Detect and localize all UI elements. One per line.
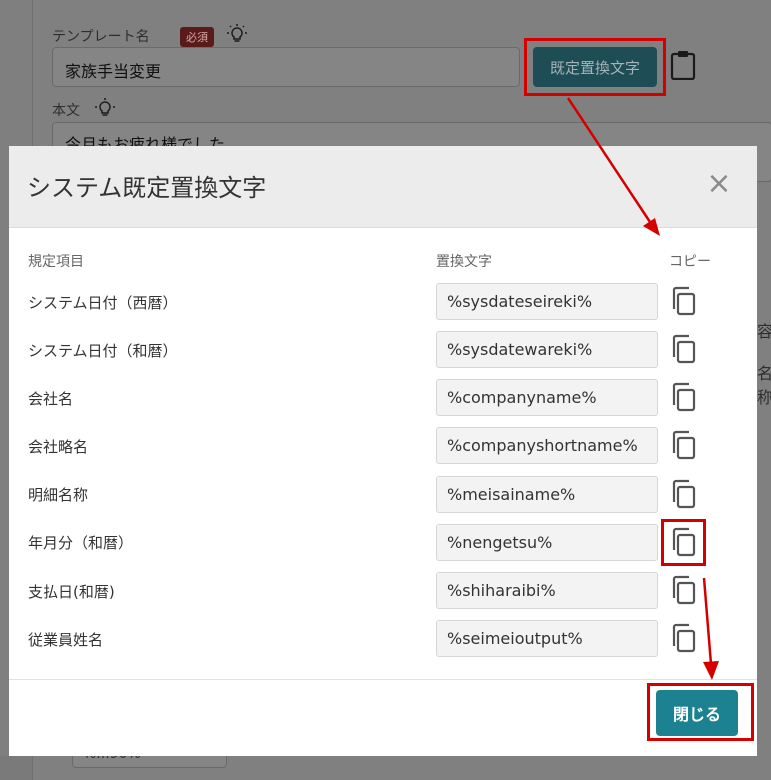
replacement-field[interactable]: %sysdatewareki%: [436, 331, 658, 368]
background-text-fragment: 名称: [757, 364, 771, 407]
replacement-field[interactable]: %sysdateseireki%: [436, 283, 658, 320]
builtin-replacement-dialog: システム既定置換文字 × 規定項目 置換文字 コピー システム日付（西暦） %s…: [9, 146, 757, 756]
row-label: システム日付（和暦）: [28, 342, 178, 360]
copy-icon[interactable]: [669, 286, 699, 316]
copy-icon[interactable]: [669, 623, 699, 653]
dialog-header: システム既定置換文字 ×: [9, 146, 757, 228]
background-text-fragment: 容: [757, 322, 771, 341]
copy-icon[interactable]: [669, 527, 699, 557]
copy-icon[interactable]: [669, 382, 699, 412]
dialog-title: システム既定置換文字: [27, 174, 267, 202]
replacement-field[interactable]: %meisainame%: [436, 476, 658, 513]
close-icon[interactable]: ×: [705, 169, 733, 199]
close-button[interactable]: 閉じる: [656, 690, 738, 736]
replacement-field[interactable]: %seimeioutput%: [436, 620, 658, 657]
lightbulb-icon: [227, 24, 247, 42]
template-name-label: テンプレート名: [52, 29, 150, 45]
copy-icon[interactable]: [669, 334, 699, 364]
row-label: 明細名称: [28, 486, 89, 504]
column-header-copy: コピー: [669, 254, 711, 270]
body-label: 本文: [52, 103, 80, 119]
template-name-value: 家族手当変更: [65, 62, 162, 81]
replacement-field[interactable]: %companyshortname%: [436, 427, 658, 464]
template-name-input[interactable]: 家族手当変更: [52, 47, 520, 87]
dialog-footer-divider: [9, 679, 757, 680]
lightbulb-icon: [95, 98, 115, 116]
row-label: 支払日(和暦): [28, 583, 115, 601]
required-badge: 必須: [180, 27, 214, 47]
row-label: 会社略名: [28, 438, 89, 456]
clipboard-icon[interactable]: [670, 50, 696, 80]
builtin-replacement-button[interactable]: 既定置換文字: [533, 47, 657, 87]
column-header-replacement: 置換文字: [436, 254, 492, 270]
row-label: 会社名: [28, 390, 74, 408]
row-label: 従業員姓名: [28, 631, 104, 649]
row-label: システム日付（西暦）: [28, 294, 178, 312]
column-header-item: 規定項目: [28, 254, 84, 270]
replacement-field[interactable]: %companyname%: [436, 379, 658, 416]
replacement-field[interactable]: %shiharaibi%: [436, 572, 658, 609]
copy-icon[interactable]: [669, 575, 699, 605]
copy-icon[interactable]: [669, 430, 699, 460]
replacement-field[interactable]: %nengetsu%: [436, 524, 658, 561]
row-label: 年月分（和暦）: [28, 534, 134, 552]
copy-icon[interactable]: [669, 479, 699, 509]
